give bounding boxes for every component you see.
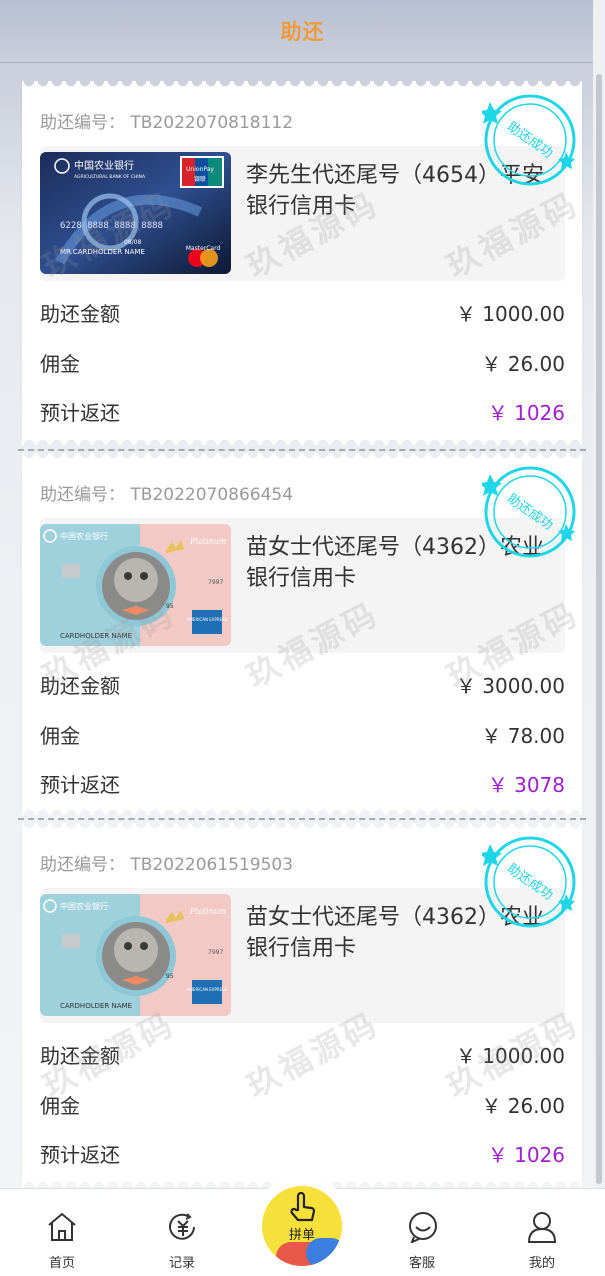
dashed-divider [18,449,586,451]
svg-text:中国农业银行: 中国农业银行 [60,531,108,541]
abc-cat-card-art: 中国农业银行 Platinum 7997 95 AMERICAN EXPRESS… [40,524,231,646]
group-order-button[interactable]: 拼单 [262,1186,342,1266]
scrollbar[interactable] [593,0,605,1275]
expected-return-row: 预计返还 ￥ 1026 [40,1138,565,1168]
ticket-edge [22,81,582,89]
expected-return-row: 预计返还 ￥ 3078 [40,768,565,798]
order-number: 助还编号： TB2022070866454 [40,480,293,505]
bank-card-image: 中国农业银行 Platinum 7997 95 AMERICAN EXPRESS… [40,524,231,646]
svg-text:CARDHOLDER NAME: CARDHOLDER NAME [60,632,132,640]
stamp-text: 助还成功 [504,119,555,161]
tab-service[interactable]: 客服 [382,1189,462,1276]
order-number: 助还编号： TB2022061519503 [40,850,293,875]
svg-text:95: 95 [166,603,174,610]
home-icon [48,1212,76,1241]
amount-row: 助还金额 ￥ 3000.00 [40,669,565,699]
success-stamp-icon: 助还成功 [482,466,576,558]
expected-return-label: 预计返还 [40,400,120,425]
svg-text:7997: 7997 [208,949,223,956]
commission-label: 佣金 [40,351,80,376]
svg-text:AGRICULTURAL BANK OF CHINA: AGRICULTURAL BANK OF CHINA [74,174,146,180]
order-number-value: TB2022061519503 [130,855,294,875]
stamp-text: 助还成功 [504,861,555,903]
amount-value: ￥ 1000.00 [455,301,565,326]
success-stamp-icon: 助还成功 [482,94,576,186]
expected-return-label: 预计返还 [40,1142,120,1167]
tab-records-label: 记录 [168,1256,195,1271]
svg-text:银联: 银联 [194,175,206,183]
dashed-divider [18,818,586,820]
expected-return-value: ￥ 1026 [487,400,565,425]
expected-return-value: ￥ 3078 [487,772,565,797]
svg-text:中国农业银行: 中国农业银行 [74,159,134,172]
svg-text:Platinum: Platinum [189,537,227,546]
svg-text:AMERICAN EXPRESS: AMERICAN EXPRESS [187,987,228,992]
expected-return-row: 预计返还 ￥ 1026 [40,396,565,426]
amount-label: 助还金额 [40,673,120,698]
svg-text:AMERICAN EXPRESS: AMERICAN EXPRESS [187,617,228,622]
ticket-edge [22,807,582,815]
commission-value: ￥ 78.00 [481,723,565,748]
stamp-text: 助还成功 [504,491,555,533]
tab-mine-label: 我的 [528,1256,555,1271]
svg-text:UnionPay: UnionPay [186,166,214,173]
tap-hand-icon [290,1191,316,1222]
ticket-edge [22,453,582,461]
commission-row: 佣金 ￥ 78.00 [40,719,565,749]
expected-return-label: 预计返还 [40,772,120,797]
amount-row: 助还金额 ￥ 1000.00 [40,297,565,327]
repay-record-card[interactable]: 助还编号： TB2022070866454 中国农业银行 Platinum 79… [22,453,582,815]
tab-mine[interactable]: 我的 [502,1189,582,1276]
success-stamp-icon: 助还成功 [482,836,576,928]
svg-text:CARDHOLDER NAME: CARDHOLDER NAME [60,1002,132,1010]
order-number-label: 助还编号： [40,113,125,133]
commission-row: 佣金 ￥ 26.00 [40,1089,565,1119]
order-number-label: 助还编号： [40,485,125,505]
svg-text:MR.CARDHOLDER NAME: MR.CARDHOLDER NAME [60,248,145,256]
amount-label: 助还金额 [40,301,120,326]
ticket-edge [22,823,582,831]
expected-return-value: ￥ 1026 [487,1142,565,1167]
commission-label: 佣金 [40,723,80,748]
order-number-label: 助还编号： [40,855,125,875]
svg-text:MasterCard: MasterCard [186,245,221,252]
bank-card-image: 中国农业银行 Platinum 7997 95 AMERICAN EXPRESS… [40,894,231,1016]
commission-value: ￥ 26.00 [481,1093,565,1118]
commission-row: 佣金 ￥ 26.00 [40,347,565,377]
svg-text:中国农业银行: 中国农业银行 [60,901,108,911]
order-number-value: TB2022070866454 [130,485,294,505]
tab-service-label: 客服 [408,1256,435,1271]
amount-row: 助还金额 ￥ 1000.00 [40,1039,565,1069]
page-title: 助还 [280,20,325,44]
order-number: 助还编号： TB2022070818112 [40,108,293,133]
repay-record-card[interactable]: 助还编号： TB2022070818112 中国农业银行 AGRICULTURA… [22,81,582,445]
svg-text:Platinum: Platinum [189,907,227,916]
abc-credit-card-art: 中国农业银行 AGRICULTURAL BANK OF CHINA UnionP… [40,152,231,274]
service-icon [409,1212,437,1243]
commission-value: ￥ 26.00 [481,351,565,376]
bank-card-image: 中国农业银行 AGRICULTURAL BANK OF CHINA UnionP… [40,152,231,274]
group-order-label: 拼单 [288,1228,315,1243]
user-icon [527,1212,557,1243]
svg-text:08/08: 08/08 [124,239,141,246]
amount-value: ￥ 1000.00 [455,1043,565,1068]
abc-cat-card-art: 中国农业银行 Platinum 7997 95 AMERICAN EXPRESS… [40,894,231,1016]
repay-record-card[interactable]: 助还编号： TB2022061519503 中国农业银行 Platinum 79… [22,823,582,1187]
svg-text:95: 95 [166,973,174,980]
amount-label: 助还金额 [40,1043,120,1068]
order-number-value: TB2022070818112 [130,113,294,133]
svg-text:6228 8888 8888 8888: 6228 8888 8888 8888 [60,221,163,231]
records-icon [169,1213,195,1240]
amount-value: ￥ 3000.00 [455,673,565,698]
scrollbar-thumb[interactable] [596,74,602,1184]
tab-home[interactable]: 首页 [22,1189,102,1276]
commission-label: 佣金 [40,1093,80,1118]
svg-text:7997: 7997 [208,579,223,586]
ticket-edge [22,437,582,445]
tab-records[interactable]: 记录 [142,1189,222,1276]
tab-home-label: 首页 [48,1256,75,1271]
page-header: 助还 [0,0,605,63]
